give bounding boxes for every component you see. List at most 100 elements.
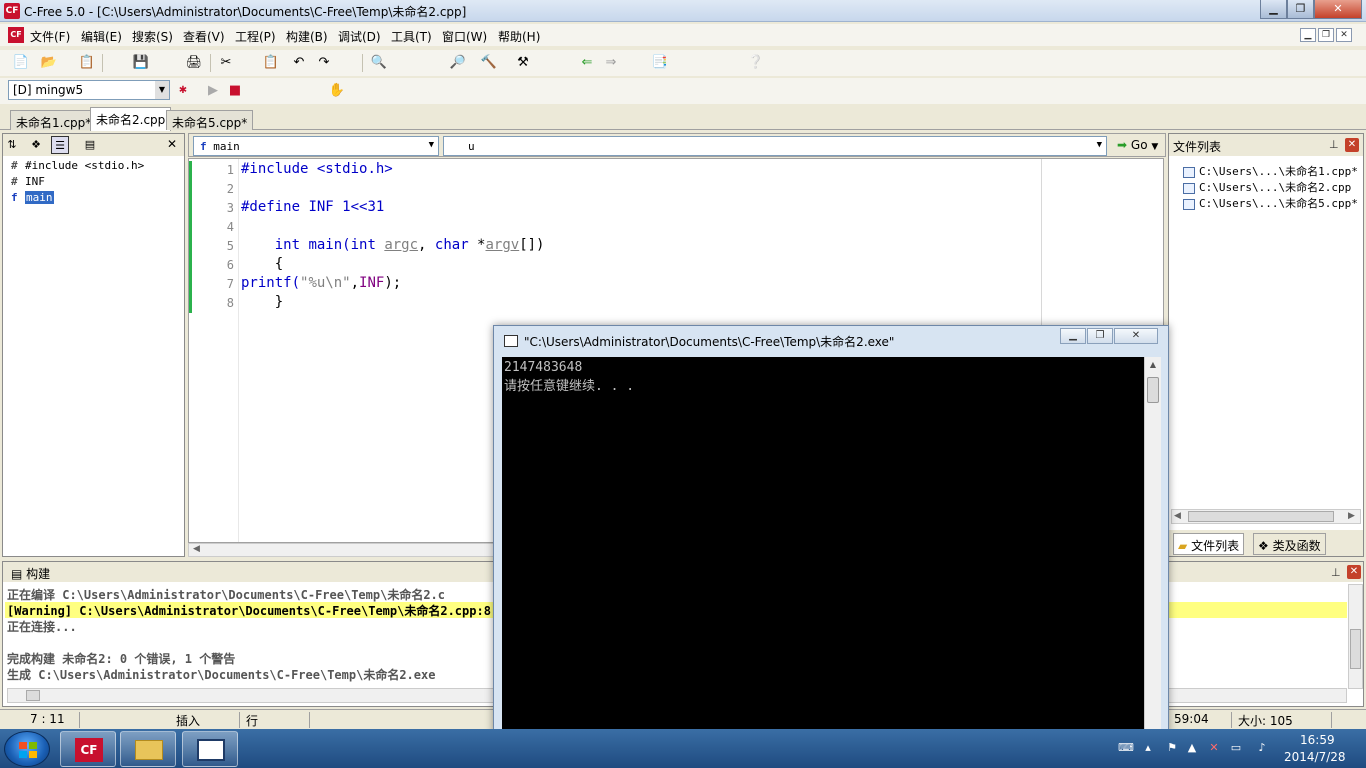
console-maximize-button[interactable]: ❐ [1087,328,1113,344]
taskbar-explorer-button[interactable] [120,731,176,767]
menu-view[interactable]: 查看(V) [183,28,225,45]
close-icon[interactable]: ✕ [1345,138,1359,152]
tab-file-list[interactable]: ▰ 文件列表 [1173,533,1245,555]
maximize-button[interactable]: ❐ [1287,0,1314,19]
build-warning-line[interactable]: [Warning] C:\Users\Administrator\Documen… [7,602,505,619]
start-button[interactable] [4,731,50,767]
file-list-item[interactable]: C:\Users\...\未命名5.cpp* [1183,195,1358,211]
mdi-close-button[interactable]: ✕ [1336,28,1352,42]
forward-icon[interactable]: ⇒ [602,54,620,72]
scroll-thumb[interactable] [1188,511,1334,522]
scroll-thumb[interactable] [1147,377,1159,403]
chevron-down-icon: ▼ [1096,140,1102,150]
mdi-minimize-button[interactable]: ▁ [1300,28,1316,42]
build-line[interactable]: 生成 C:\Users\Administrator\Documents\C-Fr… [7,666,435,683]
help-icon[interactable]: ❔ [747,54,765,72]
scroll-thumb[interactable] [26,690,40,701]
undo-icon[interactable]: ↶ [290,54,308,72]
toolbar-separator [210,54,211,72]
volume-icon[interactable]: ♪ [1254,741,1270,755]
function-select[interactable]: f main ▼ [193,136,439,156]
clock-date[interactable]: 2014/7/28 [1284,750,1346,764]
menu-debug[interactable]: 调试(D) [338,28,381,45]
tab-untitled5[interactable]: 未命名5.cpp* [166,110,254,130]
tab-untitled2[interactable]: 未命名2.cpp [90,107,172,131]
scroll-left-icon[interactable]: ◀ [1174,511,1181,521]
menu-search[interactable]: 搜索(S) [132,28,173,45]
code-line: int main(int argc, char *argv[]) [274,237,545,253]
class-icon[interactable]: ❖ [27,136,45,154]
console-close-button[interactable]: ✕ [1114,328,1158,344]
mdi-restore-button[interactable]: ❐ [1318,28,1334,42]
close-icon[interactable]: ✕ [167,137,177,151]
find-icon[interactable]: 🔍 [370,54,388,72]
cut-icon[interactable]: ✂ [217,54,235,72]
action-center-icon[interactable]: ✕ [1206,741,1222,755]
menu-file[interactable]: 文件(F) [30,28,70,45]
properties-icon[interactable]: ▤ [81,136,99,154]
taskbar-console-button[interactable] [182,731,238,767]
run-icon[interactable]: ▶ [204,82,222,100]
console-output[interactable]: 2147483648 请按任意键继续. . . [502,357,1144,731]
scroll-right-icon[interactable]: ▶ [1348,511,1355,521]
paste-icon[interactable]: 📋 [262,54,280,72]
flag-icon[interactable]: ▲ [1184,741,1200,755]
build-line[interactable]: 正在连接... [7,618,77,635]
scroll-thumb[interactable] [1350,629,1361,669]
build-vertical-scrollbar[interactable] [1348,584,1363,689]
pin-icon[interactable]: ⊥ [1331,566,1341,579]
build-line[interactable]: 正在编译 C:\Users\Administrator\Documents\C-… [7,586,445,603]
network-icon[interactable]: ⚑ [1164,741,1180,755]
new-file-icon[interactable]: 📄 [12,54,30,72]
taskbar-cfree-button[interactable]: CF [60,731,116,767]
scroll-up-icon[interactable]: ▲ [1145,357,1161,373]
tree-item-include[interactable]: # #include <stdio.h> [11,159,144,172]
file-list-horizontal-scrollbar[interactable]: ◀ ▶ [1171,509,1361,524]
tree-item-inf[interactable]: # INF [11,175,45,188]
close-icon[interactable]: ✕ [1347,565,1361,579]
build-line[interactable]: 完成构建 未命名2: 0 个错误, 1 个警告 [7,650,235,667]
build-icon[interactable]: 🔨 [480,54,498,72]
minimize-button[interactable]: ▁ [1260,0,1287,19]
menu-edit[interactable]: 编辑(E) [81,28,122,45]
redo-icon[interactable]: ↷ [315,54,333,72]
file-list-item[interactable]: C:\Users\...\未命名1.cpp* [1183,163,1358,179]
console-minimize-button[interactable]: ▁ [1060,328,1086,344]
rebuild-icon[interactable]: ⚒ [514,54,532,72]
compiler-select[interactable]: [D] mingw5 ▼ [8,80,170,100]
menu-help[interactable]: 帮助(H) [498,28,540,45]
tree-item-main[interactable]: f main [11,191,54,204]
back-icon[interactable]: ⇐ [578,54,596,72]
tray-expand-icon[interactable]: ▴ [1140,741,1156,755]
file-list-item[interactable]: C:\Users\...\未命名2.cpp [1183,179,1351,195]
display-icon[interactable]: ▭ [1228,741,1244,755]
print-icon[interactable]: 🖨 [185,54,203,72]
tab-untitled1[interactable]: 未命名1.cpp* [10,110,98,130]
sort-icon[interactable]: ⇅ [3,136,21,154]
list-icon[interactable]: ☰ [51,136,69,154]
close-button[interactable]: ✕ [1314,0,1362,19]
bookmark-icon[interactable]: 📑 [651,54,669,72]
menu-tools[interactable]: 工具(T) [391,28,432,45]
open-file-icon[interactable]: 📂 [40,54,58,72]
save-icon[interactable]: 💾 [132,54,150,72]
console-window[interactable]: "C:\Users\Administrator\Documents\C-Free… [493,325,1169,735]
menu-project[interactable]: 工程(P) [235,28,276,45]
chevron-down-icon[interactable]: ▼ [155,81,169,99]
find-in-files-icon[interactable]: 🔎 [449,54,467,72]
scope-select[interactable]: u ▼ [443,136,1107,156]
open-project-icon[interactable]: 📋 [78,54,96,72]
go-button[interactable]: ➡ Go ▼ [1113,136,1163,156]
keyboard-icon[interactable]: ⌨ [1118,741,1134,755]
menu-build[interactable]: 构建(B) [286,28,328,45]
app-menu-icon[interactable]: CF [8,27,24,43]
compiler-settings-icon[interactable]: ✱ [174,82,192,100]
menu-window[interactable]: 窗口(W) [442,28,487,45]
scroll-left-icon[interactable]: ◀ [193,544,200,554]
pin-icon[interactable]: ⊥ [1329,138,1339,151]
tab-class-function[interactable]: ❖ 类及函数 [1253,533,1326,555]
clock-time[interactable]: 16:59 [1300,733,1335,747]
stop-icon[interactable]: ■ [226,82,244,100]
console-vertical-scrollbar[interactable]: ▲ [1144,357,1161,731]
hand-icon[interactable]: ✋ [328,82,346,100]
